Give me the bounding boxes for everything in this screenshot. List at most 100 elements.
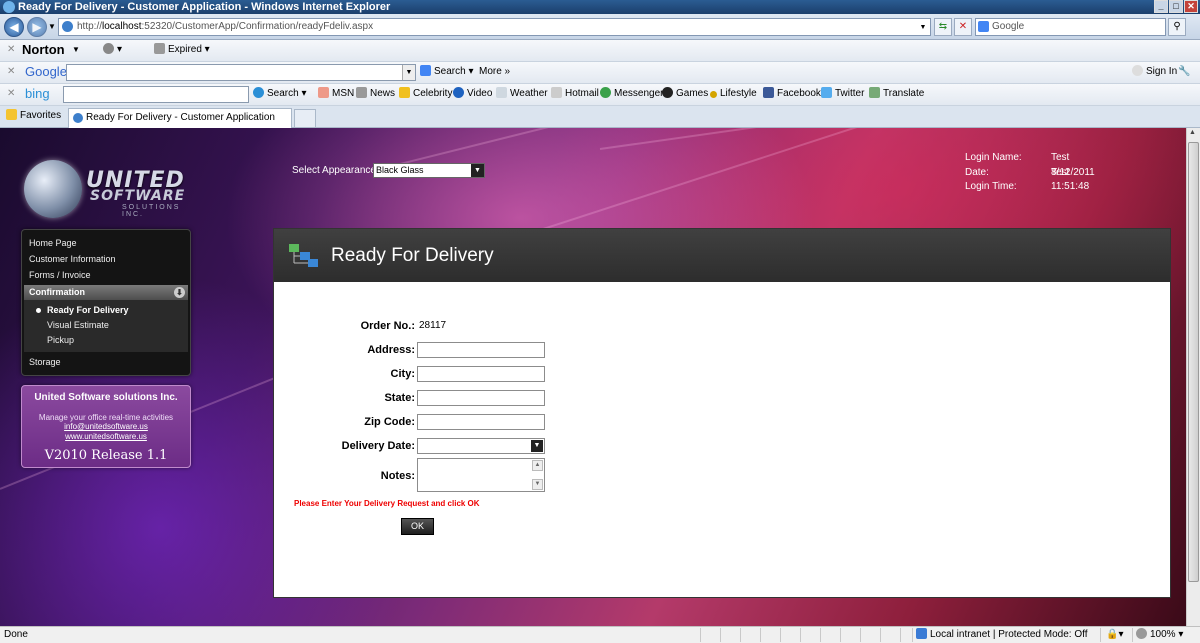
- close-toolbar-icon[interactable]: ✕: [7, 40, 15, 60]
- appearance-selector: Select Appearance: Black Glass ▼: [292, 163, 485, 178]
- state-input[interactable]: [417, 390, 545, 406]
- lifestyle-link[interactable]: Lifestyle: [710, 84, 757, 104]
- window-title: Ready For Delivery - Customer Applicatio…: [18, 1, 391, 13]
- scroll-down-icon[interactable]: ▼: [532, 479, 543, 490]
- new-tab-button[interactable]: [294, 109, 316, 128]
- google-icon: [978, 21, 989, 32]
- subnav-item-pickup[interactable]: Pickup: [47, 335, 74, 345]
- google-sign-in-button[interactable]: Sign In: [1132, 62, 1177, 82]
- ie-icon: [3, 1, 15, 13]
- subnav-item-ready-for-delivery[interactable]: Ready For Delivery: [47, 305, 129, 315]
- status-bar: Done Local intranet | Protected Mode: Of…: [0, 626, 1200, 643]
- company-email-link[interactable]: info@unitedsoftware.us: [22, 422, 190, 432]
- window-controls: _ □ ✕: [1154, 0, 1198, 13]
- celebrity-link[interactable]: Celebrity: [399, 84, 452, 104]
- google-search-button[interactable]: Search ▾: [420, 62, 474, 82]
- scroll-up-icon[interactable]: ▲: [1189, 129, 1196, 136]
- notes-textarea[interactable]: ▲ ▼: [417, 458, 545, 492]
- order-number-value: 28117: [419, 320, 447, 331]
- city-input[interactable]: [417, 366, 545, 382]
- close-toolbar-icon[interactable]: ✕: [7, 62, 15, 82]
- protected-mode-icon[interactable]: 🔒▾: [1106, 627, 1123, 643]
- zoom-level: 100%: [1150, 629, 1176, 640]
- address-input[interactable]: [417, 342, 545, 358]
- wrench-icon[interactable]: 🔧: [1178, 62, 1190, 82]
- messenger-link[interactable]: Messenger: [600, 84, 663, 104]
- url-dropdown-icon[interactable]: ▼: [917, 20, 929, 38]
- tab-ready-for-delivery[interactable]: Ready For Delivery - Customer Applicatio…: [68, 108, 292, 128]
- news-link[interactable]: News: [356, 84, 395, 104]
- url-field[interactable]: http://localhost:52320/CustomerApp/Confi…: [58, 18, 931, 36]
- current-bullet-icon: [36, 308, 41, 313]
- instruction-message: Please Enter Your Delivery Request and c…: [294, 499, 480, 508]
- company-logo: UNITED SOFTWARE SOLUTIONS INC.: [24, 154, 194, 224]
- back-button[interactable]: ◀: [4, 17, 24, 37]
- norton-dropdown-icon[interactable]: ▼: [72, 40, 80, 60]
- nav-section-confirmation[interactable]: Confirmation ⬇: [24, 285, 188, 300]
- panel-header: Ready For Delivery: [274, 229, 1170, 282]
- twitter-link[interactable]: Twitter: [821, 84, 864, 104]
- collapse-icon[interactable]: ⬇: [174, 287, 185, 298]
- history-dropdown-icon[interactable]: ▼: [48, 22, 56, 31]
- chevron-down-icon[interactable]: ▼: [531, 440, 543, 452]
- translate-link[interactable]: Translate: [869, 84, 924, 104]
- login-time-value: 11:51:48: [1051, 181, 1090, 192]
- scroll-up-icon[interactable]: ▲: [532, 460, 543, 471]
- help-icon[interactable]: ▾: [103, 40, 122, 60]
- norton-expired-button[interactable]: Expired ▾: [154, 40, 210, 60]
- panel-title: Ready For Delivery: [331, 245, 494, 266]
- bing-search-button[interactable]: Search ▾: [253, 84, 307, 104]
- appearance-value: Black Glass: [376, 165, 424, 175]
- search-provider-label: Google: [992, 21, 1025, 32]
- city-label: City:: [390, 368, 415, 380]
- ok-button[interactable]: OK: [401, 518, 434, 535]
- delivery-panel: Ready For Delivery Order No.: 28117 Addr…: [273, 228, 1171, 598]
- page-scrollbar[interactable]: ▲: [1186, 128, 1200, 626]
- google-more-button[interactable]: More »: [479, 62, 510, 82]
- appearance-select[interactable]: Black Glass ▼: [373, 163, 485, 178]
- minimize-button[interactable]: _: [1154, 0, 1168, 13]
- zip-code-input[interactable]: [417, 414, 545, 430]
- nav-item-storage[interactable]: Storage: [29, 357, 61, 367]
- forward-button[interactable]: ▶: [27, 17, 47, 37]
- google-search-input[interactable]: ▼: [66, 64, 416, 81]
- zone-indicator[interactable]: Local intranet | Protected Mode: Off: [916, 627, 1088, 643]
- weather-link[interactable]: Weather: [496, 84, 548, 104]
- close-toolbar-icon[interactable]: ✕: [7, 84, 15, 104]
- star-icon: [6, 109, 17, 120]
- compatibility-icon[interactable]: ⇆: [934, 18, 952, 36]
- tab-label: Ready For Delivery - Customer Applicatio…: [86, 112, 275, 123]
- company-website-link[interactable]: www.unitedsoftware.us: [22, 432, 190, 442]
- zoom-icon: [1136, 628, 1147, 639]
- chevron-down-icon[interactable]: ▼: [471, 164, 484, 177]
- maximize-button[interactable]: □: [1169, 0, 1183, 13]
- msn-link[interactable]: MSN: [318, 84, 354, 104]
- search-icon[interactable]: ⚲: [1168, 18, 1186, 36]
- norton-toolbar: ✕ Norton ▼ ▾ Expired ▾: [0, 40, 1200, 62]
- nav-item-home[interactable]: Home Page: [29, 238, 77, 248]
- video-link[interactable]: Video: [453, 84, 492, 104]
- scrollbar-thumb[interactable]: [1188, 142, 1199, 582]
- facebook-link[interactable]: Facebook: [763, 84, 821, 104]
- close-window-button[interactable]: ✕: [1184, 0, 1198, 13]
- games-link[interactable]: Games: [662, 84, 708, 104]
- favorites-button[interactable]: Favorites: [6, 109, 61, 121]
- stop-icon[interactable]: ✕: [954, 18, 972, 36]
- hotmail-link[interactable]: Hotmail: [551, 84, 599, 104]
- nav-item-customer-information[interactable]: Customer Information: [29, 254, 116, 264]
- zone-text: Local intranet | Protected Mode: Off: [930, 629, 1088, 640]
- subnav-item-visual-estimate[interactable]: Visual Estimate: [47, 320, 109, 330]
- zoom-control[interactable]: 100% ▾: [1136, 627, 1183, 643]
- url-host: localhost: [102, 21, 142, 32]
- state-label: State:: [384, 392, 415, 404]
- company-name: United Software solutions Inc.: [34, 392, 178, 403]
- login-time-label: Login Time:: [965, 181, 1017, 192]
- chevron-down-icon[interactable]: ▼: [402, 65, 415, 80]
- bing-logo: bing: [25, 86, 50, 101]
- nav-item-forms-invoice[interactable]: Forms / Invoice: [29, 270, 91, 280]
- delivery-date-select[interactable]: ▼: [417, 438, 545, 454]
- bing-search-input[interactable]: [63, 86, 249, 103]
- status-text: Done: [4, 629, 28, 640]
- url-prefix: http://: [77, 21, 103, 32]
- browser-search-input[interactable]: Google: [975, 18, 1166, 36]
